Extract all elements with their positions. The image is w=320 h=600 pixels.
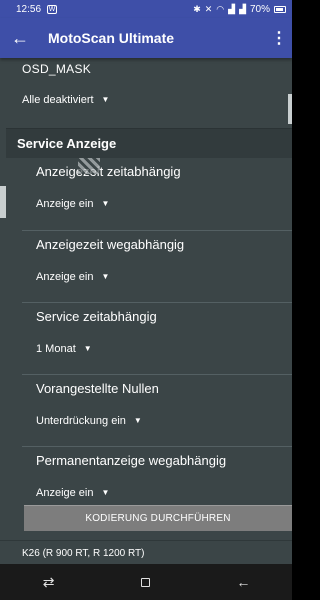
setting-title: Permanentanzeige wegabhängig xyxy=(36,453,227,468)
section-header-service-anzeige: Service Anzeige xyxy=(6,128,292,158)
apply-coding-button[interactable]: KODIERUNG DURCHFÜHREN xyxy=(24,505,292,531)
app-bar: ← MotoScan Ultimate ⋮ xyxy=(0,18,292,58)
osd-mask-dropdown[interactable]: Alle deaktiviert ▼ xyxy=(22,94,109,106)
dropdown-caret-icon: ▼ xyxy=(133,416,142,425)
osd-mask-label: OSD_MASK xyxy=(22,62,92,76)
dropdown-caret-icon: ▼ xyxy=(101,199,110,208)
notification-icon: W xyxy=(47,4,58,14)
setting-title: Service zeitabhängig xyxy=(36,309,157,324)
nav-back-icon[interactable]: ← xyxy=(223,574,263,590)
signal-icon: ▟ xyxy=(228,3,236,14)
dropdown-caret-icon: ▼ xyxy=(101,488,110,497)
app-title: MotoScan Ultimate xyxy=(48,30,175,46)
system-nav-bar: ⇄ ← xyxy=(0,564,292,600)
loading-indicator xyxy=(78,158,100,174)
recent-apps-icon[interactable]: ⇄ xyxy=(29,574,69,591)
setting-value: 1 Monat xyxy=(36,343,76,355)
setting-value: Anzeige ein xyxy=(36,487,94,499)
signal-icon-2: ▟ xyxy=(239,3,246,14)
dropdown-caret-icon: ▼ xyxy=(101,272,110,281)
battery-icon xyxy=(274,5,286,13)
setting-title: Vorangestellte Nullen xyxy=(36,381,159,396)
back-arrow-icon[interactable]: ← xyxy=(0,28,40,49)
setting-title: Anzeigezeit zeitabhängig xyxy=(36,164,181,179)
battery-percent: 70% xyxy=(249,3,270,15)
bluetooth-icon: ✱ xyxy=(193,3,201,14)
overflow-menu-icon[interactable]: ⋮ xyxy=(266,28,292,48)
setting-card: Anzeigezeit wegabhängig Anzeige ein ▼ xyxy=(22,230,292,302)
setting-value: Anzeige ein xyxy=(36,271,94,283)
scrollbar-thumb-left[interactable] xyxy=(0,186,6,218)
vehicle-footer: K26 (R 900 RT, R 1200 RT) xyxy=(0,540,292,564)
dropdown-caret-icon: ▼ xyxy=(83,344,92,353)
setting-dropdown[interactable]: Anzeige ein ▼ xyxy=(36,271,109,283)
scrollbar-thumb[interactable] xyxy=(288,94,292,124)
status-bar: 12:56 W ✱ ✕ ◠ ▟ ▟ 70% xyxy=(0,0,292,18)
setting-dropdown[interactable]: Anzeige ein ▼ xyxy=(36,487,109,499)
setting-dropdown[interactable]: 1 Monat ▼ xyxy=(36,343,92,355)
setting-dropdown[interactable]: Unterdrückung ein ▼ xyxy=(36,415,142,427)
setting-title: Anzeigezeit wegabhängig xyxy=(36,237,185,252)
wifi-icon: ◠ xyxy=(216,3,225,14)
home-icon[interactable] xyxy=(126,574,166,590)
setting-card: Anzeigezeit zeitabhängig Anzeige ein ▼ xyxy=(22,158,292,230)
setting-dropdown[interactable]: Anzeige ein ▼ xyxy=(36,198,109,210)
setting-value: Anzeige ein xyxy=(36,198,94,210)
home-square-icon xyxy=(141,578,151,587)
status-time: 12:56 xyxy=(16,3,42,15)
status-icons: ✱ ✕ ◠ ▟ ▟ 70% xyxy=(193,4,286,15)
setting-value: Unterdrückung ein xyxy=(36,415,126,427)
setting-card: Vorangestellte Nullen Unterdrückung ein ▼ xyxy=(22,374,292,446)
osd-mask-value: Alle deaktiviert xyxy=(22,94,94,106)
settings-list[interactable]: OSD_MASK Alle deaktiviert ▼ Service Anzei… xyxy=(0,58,292,540)
setting-card: Service zeitabhängig 1 Monat ▼ xyxy=(22,302,292,374)
dropdown-caret-icon: ▼ xyxy=(101,95,110,104)
mute-icon: ✕ xyxy=(204,3,213,14)
